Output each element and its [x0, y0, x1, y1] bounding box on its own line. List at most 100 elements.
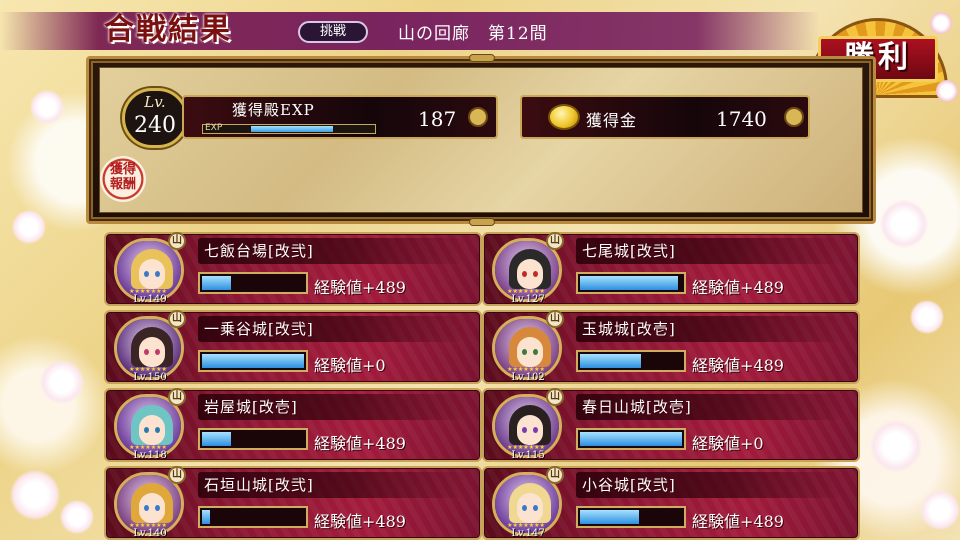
exp-progress-fill [251, 126, 333, 132]
character-xp-bar [198, 350, 308, 372]
character-card[interactable]: 山 ★★★★★★★ Lv.102 玉城城[改壱] 経験値+489 [482, 310, 860, 384]
character-eye [522, 505, 527, 511]
ornament-icon [784, 107, 804, 127]
character-face [139, 493, 165, 523]
sakura-petal-decoration [920, 490, 960, 530]
level-label: Lv. [144, 93, 166, 111]
character-card[interactable]: 山 ★★★★★★★ Lv.150 一乗谷城[改弐] 経験値+0 [104, 310, 482, 384]
mountain-type-badge: 山 [546, 466, 564, 484]
mountain-type-badge: 山 [546, 388, 564, 406]
character-eye [533, 349, 538, 355]
character-xp-gain: 経験値+489 [692, 356, 784, 375]
exp-value: 187 [418, 107, 457, 131]
exp-bar-tag: EXP [205, 123, 223, 133]
character-level: Lv.118 [133, 450, 167, 461]
character-xp-gain: 経験値+489 [314, 278, 406, 297]
player-level-value: 240 [134, 113, 176, 138]
character-name: 七飯台場[改弐] [204, 242, 314, 260]
battle-result-title: 合戦結果 [104, 12, 232, 47]
character-name: 岩屋城[改壱] [204, 398, 298, 416]
exp-reward-box: 獲得殿EXP EXP 187 [182, 95, 498, 139]
stage-name: 山の回廊 第12間 [398, 24, 548, 44]
character-eye [522, 271, 527, 277]
gold-value: 1740 [716, 107, 767, 131]
character-xp-fill [580, 276, 678, 290]
ornament-icon [468, 107, 488, 127]
exp-label: 獲得殿EXP [232, 101, 315, 119]
character-eye [155, 271, 160, 277]
character-eye [533, 505, 538, 511]
character-face [139, 415, 165, 445]
character-level: Lv.140 [133, 528, 167, 539]
character-xp-bar [198, 272, 308, 294]
character-face [517, 337, 543, 367]
sakura-petal-decoration [30, 90, 64, 124]
character-xp-bar [576, 428, 686, 450]
reward-panel-inner [99, 67, 863, 213]
mountain-type-badge: 山 [546, 232, 564, 250]
character-eye [522, 427, 527, 433]
character-card[interactable]: 山 ★★★★★★★ Lv.140 石垣山城[改弐] 経験値+489 [104, 466, 482, 540]
reward-panel [86, 54, 876, 226]
character-level: Lv.115 [511, 450, 545, 461]
reward-seal-icon: 獲得 報酬 [100, 156, 146, 202]
character-xp-bar [576, 350, 686, 372]
character-name: 玉城城[改壱] [582, 320, 676, 338]
character-name: 一乗谷城[改弐] [204, 320, 314, 338]
character-xp-fill [202, 432, 231, 446]
character-name: 石垣山城[改弐] [204, 476, 314, 494]
character-xp-fill [202, 510, 210, 524]
flower-icon [936, 80, 958, 102]
character-eye [522, 349, 527, 355]
character-xp-fill [580, 354, 641, 368]
sakura-petal-decoration [60, 500, 94, 534]
sakura-petal-decoration [10, 470, 60, 520]
sakura-petal-decoration [40, 360, 84, 404]
character-level: Lv.102 [511, 372, 545, 383]
character-xp-bar [576, 506, 686, 528]
character-card[interactable]: 山 ★★★★★★★ Lv.127 七尾城[改弐] 経験値+489 [482, 232, 860, 306]
character-face [139, 337, 165, 367]
character-eye [155, 427, 160, 433]
character-level: Lv.147 [511, 528, 545, 539]
mountain-type-badge: 山 [168, 310, 186, 328]
character-xp-bar [198, 428, 308, 450]
gold-reward-box: 獲得金 1740 [520, 95, 810, 139]
character-card[interactable]: 山 ★★★★★★★ Lv.149 七飯台場[改弐] 経験値+489 [104, 232, 482, 306]
character-face [139, 259, 165, 289]
character-face [517, 493, 543, 523]
character-card[interactable]: 山 ★★★★★★★ Lv.118 岩屋城[改壱] 経験値+489 [104, 388, 482, 462]
character-xp-gain: 経験値+0 [692, 434, 764, 453]
character-name: 小谷城[改弐] [582, 476, 676, 494]
character-eye [533, 271, 538, 277]
mountain-type-badge: 山 [168, 388, 186, 406]
character-eye [144, 271, 149, 277]
challenge-badge: 挑戦 [298, 21, 368, 43]
panel-rivet [469, 218, 495, 226]
gold-coin-icon [548, 104, 580, 130]
character-level: Lv.149 [133, 294, 167, 305]
character-xp-gain: 経験値+489 [314, 512, 406, 531]
mountain-type-badge: 山 [168, 466, 186, 484]
character-level: Lv.150 [133, 372, 167, 383]
sakura-petal-decoration [870, 420, 922, 472]
character-eye [155, 505, 160, 511]
mountain-type-badge: 山 [546, 310, 564, 328]
character-card[interactable]: 山 ★★★★★★★ Lv.147 小谷城[改弐] 経験値+489 [482, 466, 860, 540]
character-xp-gain: 経験値+489 [692, 278, 784, 297]
character-level: Lv.127 [511, 294, 545, 305]
character-card[interactable]: 山 ★★★★★★★ Lv.115 春日山城[改壱] 経験値+0 [482, 388, 860, 462]
character-xp-gain: 経験値+489 [692, 512, 784, 531]
flower-icon [930, 12, 952, 34]
character-xp-gain: 経験値+0 [314, 356, 386, 375]
character-eye [144, 505, 149, 511]
sakura-petal-decoration [910, 300, 944, 334]
character-xp-gain: 経験値+489 [314, 434, 406, 453]
character-xp-fill [202, 354, 304, 368]
panel-rivet [469, 54, 495, 62]
sakura-petal-decoration [12, 210, 46, 244]
character-eye [533, 427, 538, 433]
gold-label: 獲得金 [586, 111, 638, 130]
mountain-type-badge: 山 [168, 232, 186, 250]
character-face [517, 415, 543, 445]
